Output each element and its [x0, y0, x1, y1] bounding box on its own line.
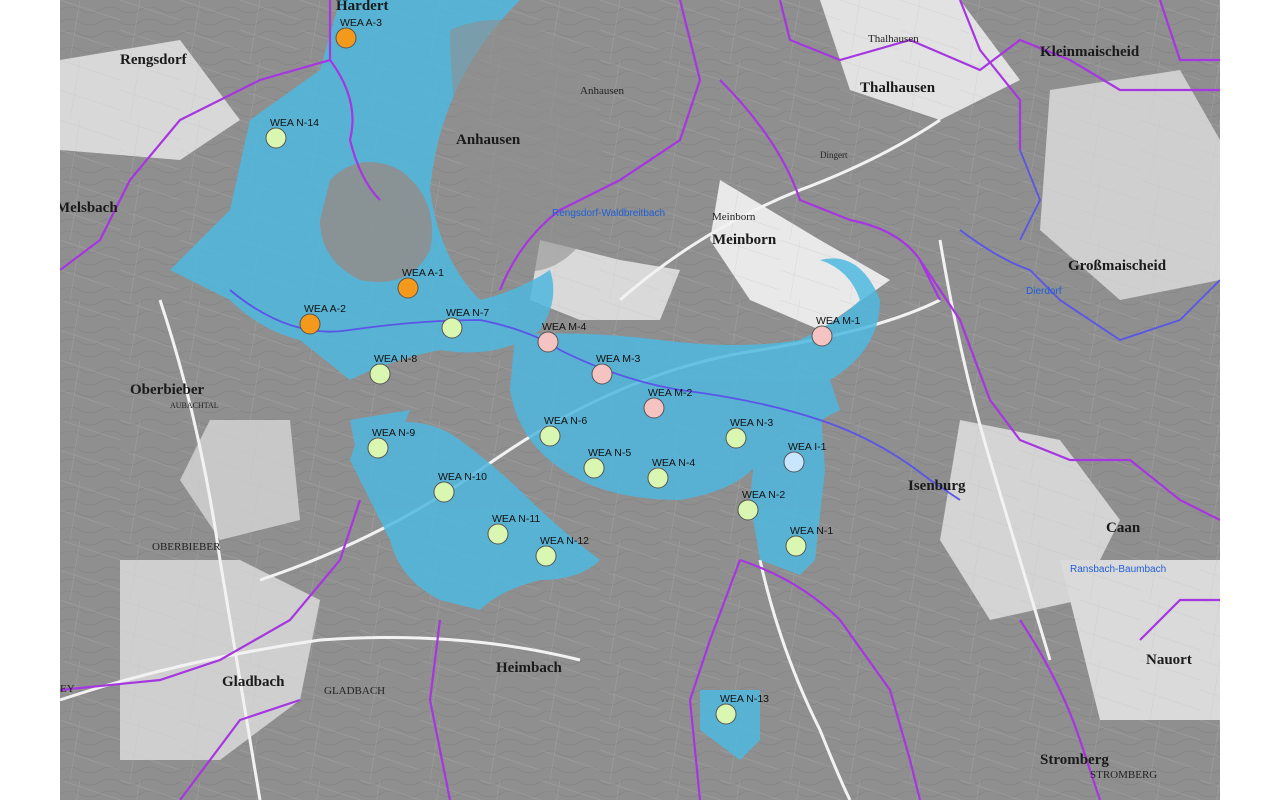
turbine-dot[interactable]	[783, 451, 805, 473]
turbine-label: WEA N-6	[544, 415, 587, 427]
turbine-label: WEA N-14	[270, 117, 319, 129]
turbine-dot[interactable]	[537, 331, 559, 353]
turbine-label: WEA A-3	[340, 17, 382, 29]
turbine-label: WEA N-12	[540, 535, 589, 547]
turbine-label: WEA N-2	[742, 489, 785, 501]
place-label: Caan	[1106, 520, 1141, 536]
place-label: Isenburg	[908, 478, 966, 494]
place-label: GLADBACH	[324, 685, 385, 697]
admin-label: Ransbach-Baumbach	[1070, 564, 1166, 575]
turbine-dot[interactable]	[535, 545, 557, 567]
turbine-label: WEA N-8	[374, 353, 417, 365]
place-label: Thalhausen	[860, 80, 936, 96]
place-label: OBERBIEBER	[152, 541, 221, 553]
turbine-dot[interactable]	[539, 425, 561, 447]
turbine-dot[interactable]	[299, 313, 321, 335]
place-label: Melsbach	[60, 200, 118, 216]
turbine-dot[interactable]	[367, 437, 389, 459]
place-label: EY	[60, 683, 75, 695]
turbine-dot[interactable]	[715, 703, 737, 725]
admin-label: Dierdorf	[1026, 286, 1062, 297]
turbine-dot[interactable]	[265, 127, 287, 149]
turbine-label: WEA N-13	[720, 693, 769, 705]
turbine-dot[interactable]	[647, 467, 669, 489]
place-label: Meinborn	[712, 211, 756, 223]
turbine-dot[interactable]	[441, 317, 463, 339]
turbine-dot[interactable]	[591, 363, 613, 385]
turbine-label: WEA N-9	[372, 427, 415, 439]
place-label: Gladbach	[222, 674, 285, 690]
turbine-label: WEA N-3	[730, 417, 773, 429]
turbine-dot[interactable]	[785, 535, 807, 557]
turbine-dot[interactable]	[725, 427, 747, 449]
place-label: Stromberg	[1040, 752, 1109, 768]
turbine-label: WEA N-5	[588, 447, 631, 459]
place-label: Großmaischeid	[1068, 258, 1167, 274]
turbine-label: WEA M-2	[648, 387, 692, 399]
place-label: Anhausen	[580, 85, 624, 97]
turbine-dot[interactable]	[811, 325, 833, 347]
turbine-dot[interactable]	[433, 481, 455, 503]
turbine-label: WEA A-1	[402, 267, 444, 279]
turbine-label: WEA I-1	[788, 441, 827, 453]
place-label: Heimbach	[496, 660, 562, 676]
place-label: Oberbieber	[130, 382, 204, 398]
place-label: Dingert	[820, 150, 848, 160]
turbine-dot[interactable]	[369, 363, 391, 385]
place-label: Kleinmaischeid	[1040, 44, 1140, 60]
turbine-dot[interactable]	[583, 457, 605, 479]
admin-label: Rengsdorf-Waldbreitbach	[552, 208, 665, 219]
turbine-label: WEA A-2	[304, 303, 346, 315]
turbine-label: WEA N-11	[492, 513, 540, 525]
place-label: Thalhausen	[868, 33, 919, 45]
turbine-dot[interactable]	[487, 523, 509, 545]
place-label: STROMBERG	[1090, 769, 1157, 781]
turbine-label: WEA M-4	[542, 321, 586, 333]
place-label: Rengsdorf	[120, 52, 188, 68]
turbine-label: WEA N-1	[790, 525, 833, 537]
place-label: Nauort	[1146, 652, 1192, 668]
map-canvas[interactable]: Hardert Rengsdorf Anhausen Anhausen Thal…	[60, 0, 1220, 800]
place-label: Anhausen	[456, 132, 521, 148]
place-label: Hardert	[336, 0, 388, 14]
place-label: AUBACHTAL	[170, 401, 219, 410]
turbine-label: WEA N-4	[652, 457, 695, 469]
turbine-dot[interactable]	[335, 27, 357, 49]
turbine-label: WEA N-10	[438, 471, 487, 483]
turbine-label: WEA N-7	[446, 307, 489, 319]
turbine-label: WEA M-3	[596, 353, 640, 365]
place-label: Meinborn	[712, 232, 777, 248]
turbine-dot[interactable]	[643, 397, 665, 419]
turbine-label: WEA M-1	[816, 315, 860, 327]
turbine-dot[interactable]	[737, 499, 759, 521]
turbine-dot[interactable]	[397, 277, 419, 299]
